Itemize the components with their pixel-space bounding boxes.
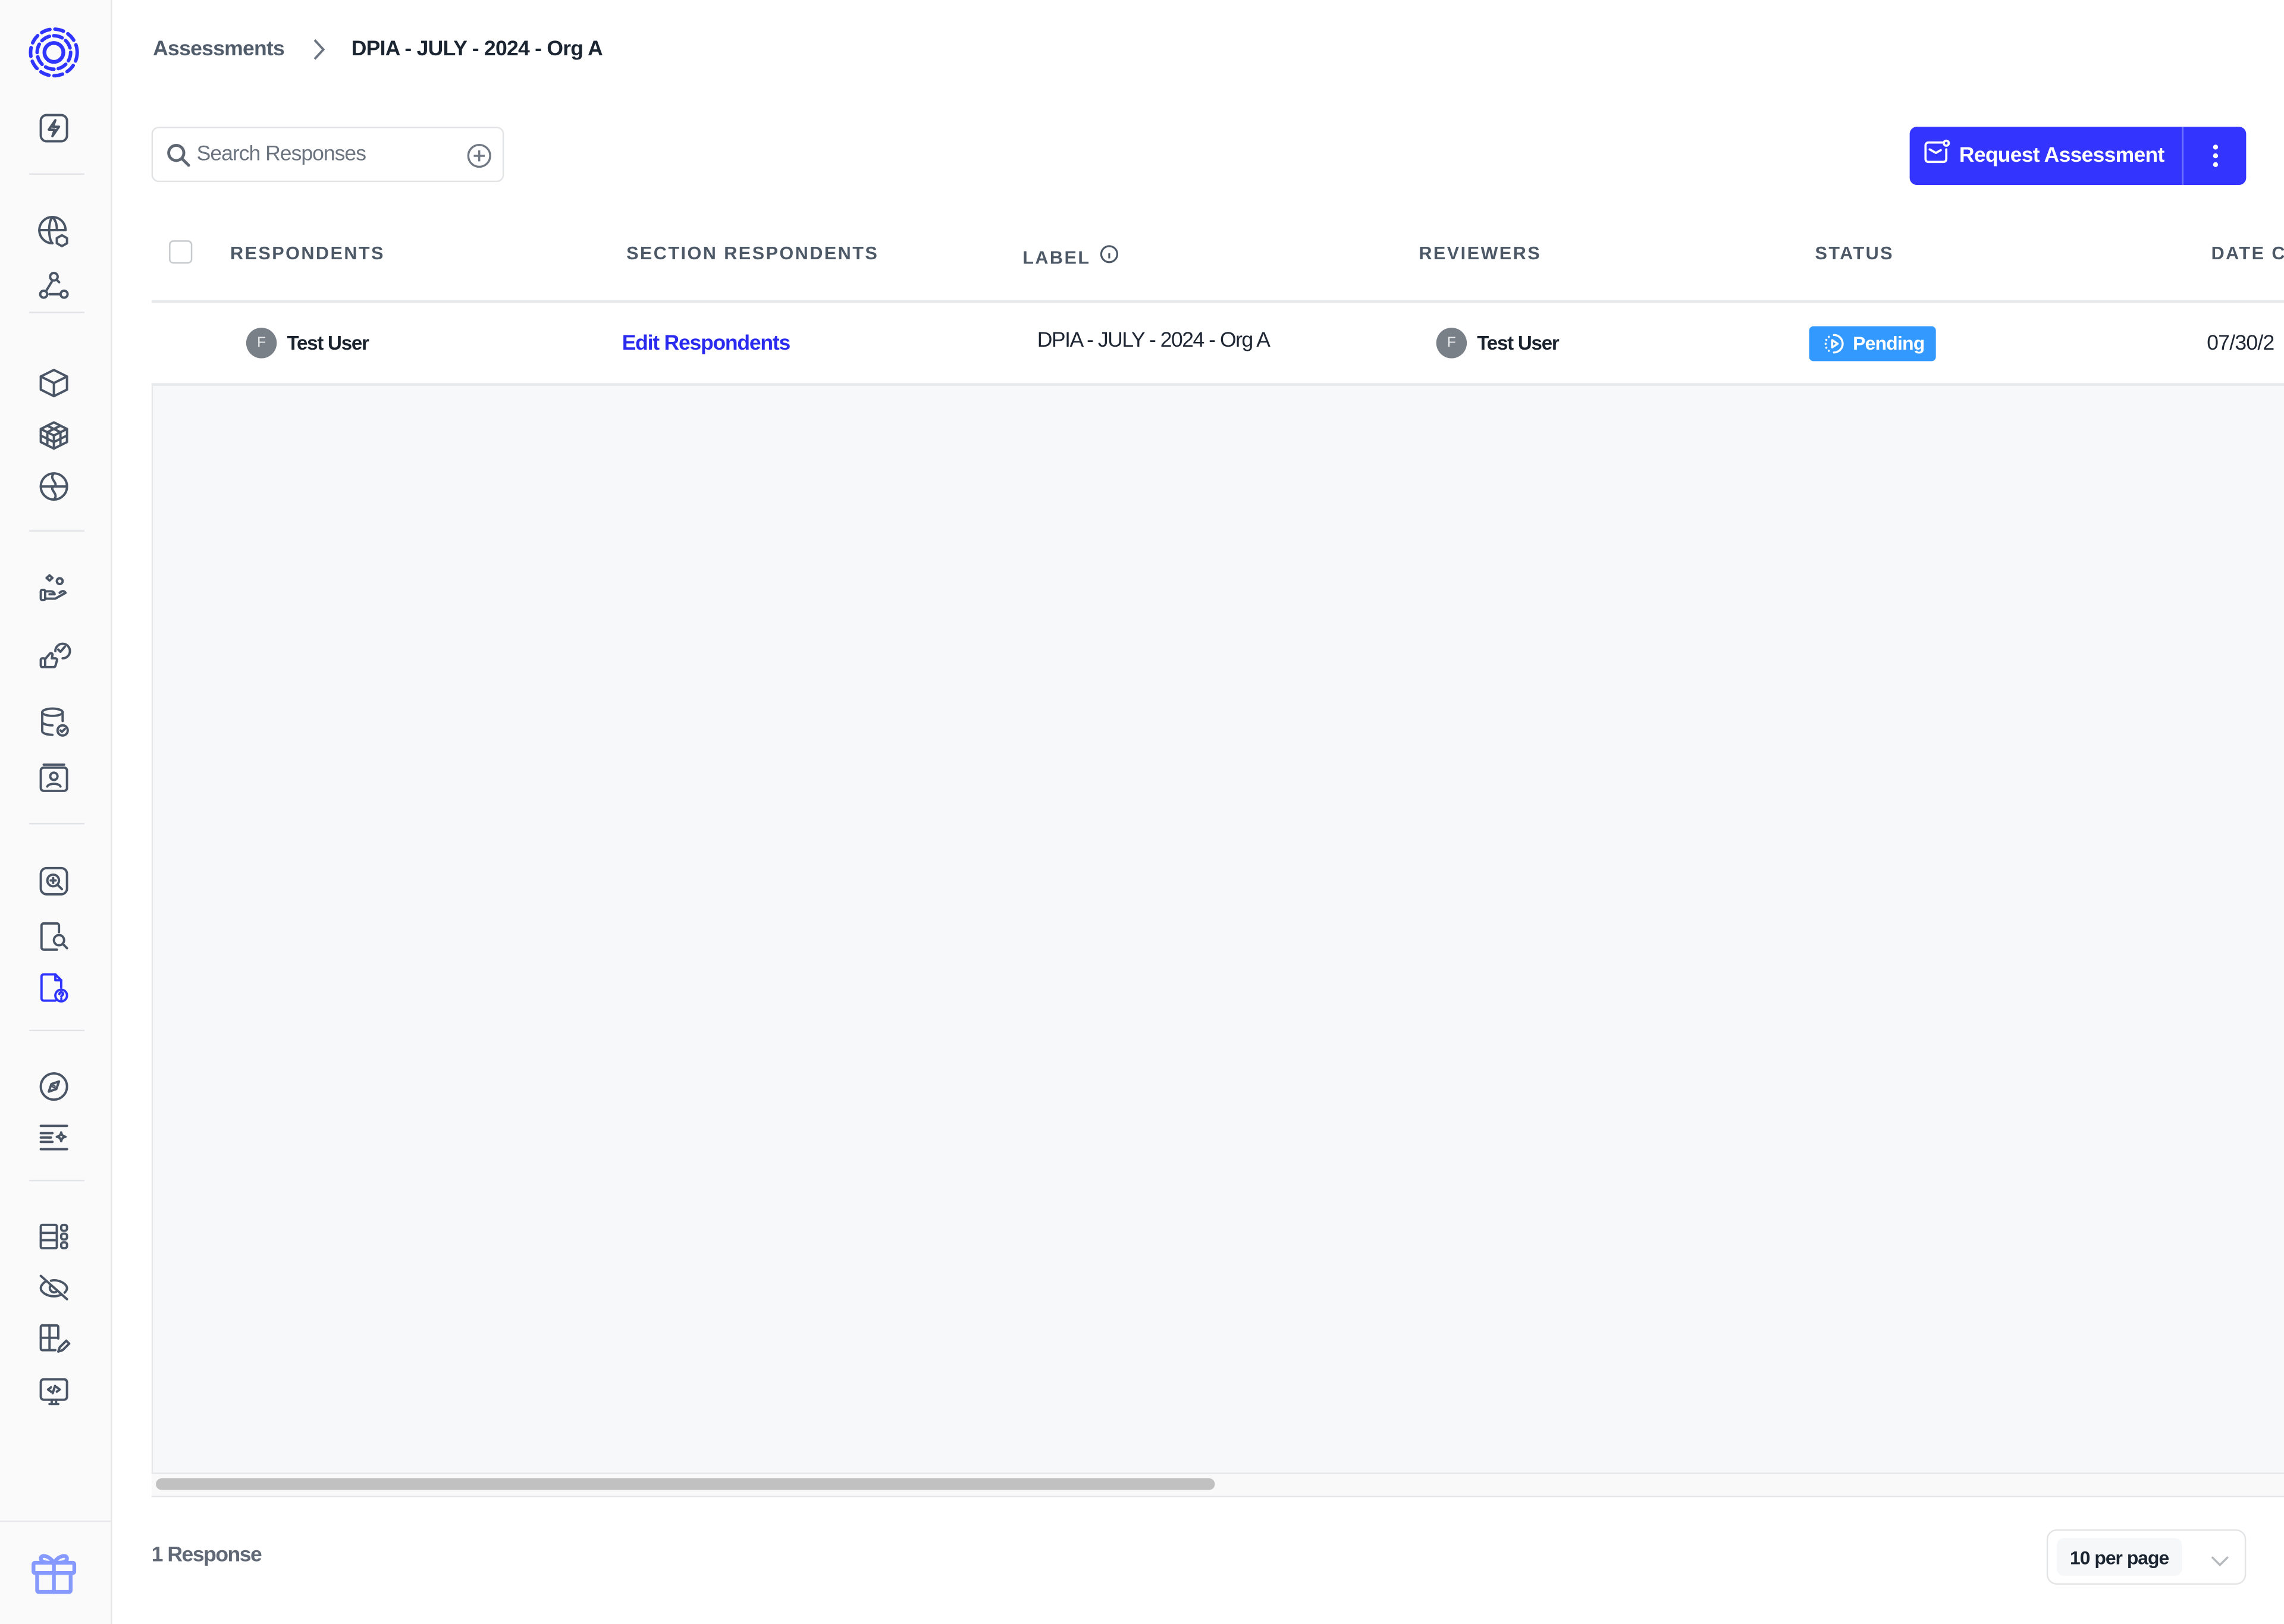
label-value: DPIA - JULY - 2024 - Org A	[1037, 328, 1270, 352]
responses-table: RESPONDENTS SECTION RESPONDENTS LABEL RE…	[151, 215, 2284, 1497]
column-header-section-respondents[interactable]: SECTION RESPONDENTS	[626, 243, 879, 263]
more-vertical-icon	[2212, 145, 2217, 167]
sidebar-divider	[29, 312, 85, 313]
avatar: F	[246, 328, 277, 359]
sidebar	[0, 0, 112, 1624]
horizontal-scrollbar[interactable]	[151, 1472, 2284, 1497]
network-search-icon[interactable]	[35, 268, 73, 306]
compass-icon[interactable]	[35, 1067, 73, 1105]
respondent-name: Test User	[287, 332, 369, 354]
sidebar-divider	[29, 530, 85, 532]
add-filter-icon[interactable]	[466, 143, 492, 169]
edit-respondents-link[interactable]: Edit Respondents	[622, 331, 791, 354]
table-header: RESPONDENTS SECTION RESPONDENTS LABEL RE…	[151, 215, 2284, 303]
status-badge: Pending	[1809, 325, 1937, 361]
chevron-down-icon	[2210, 1550, 2230, 1576]
gift-icon[interactable]	[29, 1547, 79, 1596]
request-assessment-button[interactable]: Request Assessment	[1910, 127, 2182, 185]
thumbs-up-check-icon[interactable]	[35, 636, 73, 674]
table-row[interactable]: F Test User Edit Respondents DPIA - JULY…	[151, 303, 2284, 387]
section-respondents-cell: Edit Respondents	[622, 303, 791, 383]
zoom-in-icon[interactable]	[35, 862, 73, 900]
sidebar-divider	[29, 1029, 85, 1032]
sidebar-divider	[29, 822, 85, 825]
sidebar-divider	[29, 1179, 85, 1182]
contact-card-icon[interactable]	[35, 759, 73, 797]
lightning-icon[interactable]	[35, 109, 73, 147]
document-question-icon[interactable]	[35, 969, 73, 1007]
database-check-icon[interactable]	[35, 703, 73, 742]
chevron-right-icon	[310, 38, 328, 61]
globe-sync-icon[interactable]	[35, 467, 73, 505]
search-icon	[166, 143, 191, 168]
request-assessment-split-button: Request Assessment	[1909, 127, 2247, 186]
status-text: Pending	[1853, 332, 1925, 354]
breadcrumb: Assessments DPIA - JULY - 2024 - Org A	[153, 38, 603, 61]
info-icon[interactable]	[1090, 244, 1118, 267]
response-count: 1 Response	[151, 1544, 262, 1568]
logo-icon[interactable]	[25, 23, 83, 81]
column-header-respondents[interactable]: RESPONDENTS	[230, 243, 385, 263]
mail-notification-icon	[1923, 139, 1951, 174]
column-header-reviewers[interactable]: REVIEWERS	[1419, 243, 1541, 263]
reviewer-name: Test User	[1477, 332, 1559, 354]
scrollbar-thumb[interactable]	[156, 1478, 1215, 1490]
status-cell: Pending	[1809, 303, 1937, 383]
respondent-cell: F Test User	[246, 303, 369, 383]
reviewer-cell: F Test User	[1436, 303, 1560, 383]
box-icon[interactable]	[35, 364, 73, 402]
monitor-code-icon[interactable]	[35, 1374, 73, 1412]
hand-holding-icon[interactable]	[35, 570, 73, 608]
search-input[interactable]	[196, 140, 459, 169]
column-header-date[interactable]: DATE C	[2211, 243, 2284, 263]
column-header-label[interactable]: LABEL	[1022, 243, 1118, 268]
sidebar-divider	[29, 173, 85, 175]
layout-nodes-icon[interactable]	[35, 1218, 73, 1256]
table-empty-area	[151, 386, 2284, 1476]
search-box	[151, 127, 504, 183]
document-search-icon[interactable]	[35, 918, 73, 956]
cubes-icon[interactable]	[35, 416, 73, 454]
page-title: DPIA - JULY - 2024 - Org A	[351, 37, 603, 61]
per-page-select[interactable]: 10 per page	[2046, 1529, 2247, 1585]
pending-icon	[1824, 333, 1844, 353]
avatar: F	[1436, 328, 1467, 359]
globe-cube-icon[interactable]	[35, 213, 73, 251]
more-options-button[interactable]	[2183, 127, 2246, 185]
eye-off-icon[interactable]	[35, 1268, 73, 1306]
select-all-checkbox[interactable]	[169, 240, 193, 264]
breadcrumb-assessments-link[interactable]: Assessments	[153, 38, 285, 61]
request-assessment-label: Request Assessment	[1959, 144, 2164, 168]
column-header-label-text: LABEL	[1022, 247, 1091, 268]
list-sparkle-icon[interactable]	[35, 1119, 73, 1157]
layout-edit-icon[interactable]	[35, 1320, 73, 1358]
per-page-value: 10 per page	[2056, 1538, 2182, 1576]
app-window: Assessments DPIA - JULY - 2024 - Org A R…	[0, 0, 2284, 1624]
label-cell: DPIA - JULY - 2024 - Org A	[1037, 303, 1270, 383]
sidebar-divider	[0, 1521, 111, 1522]
date-created: 07/30/2	[2207, 331, 2274, 355]
date-cell: 07/30/2	[2207, 303, 2274, 383]
column-header-status[interactable]: STATUS	[1815, 243, 1894, 263]
